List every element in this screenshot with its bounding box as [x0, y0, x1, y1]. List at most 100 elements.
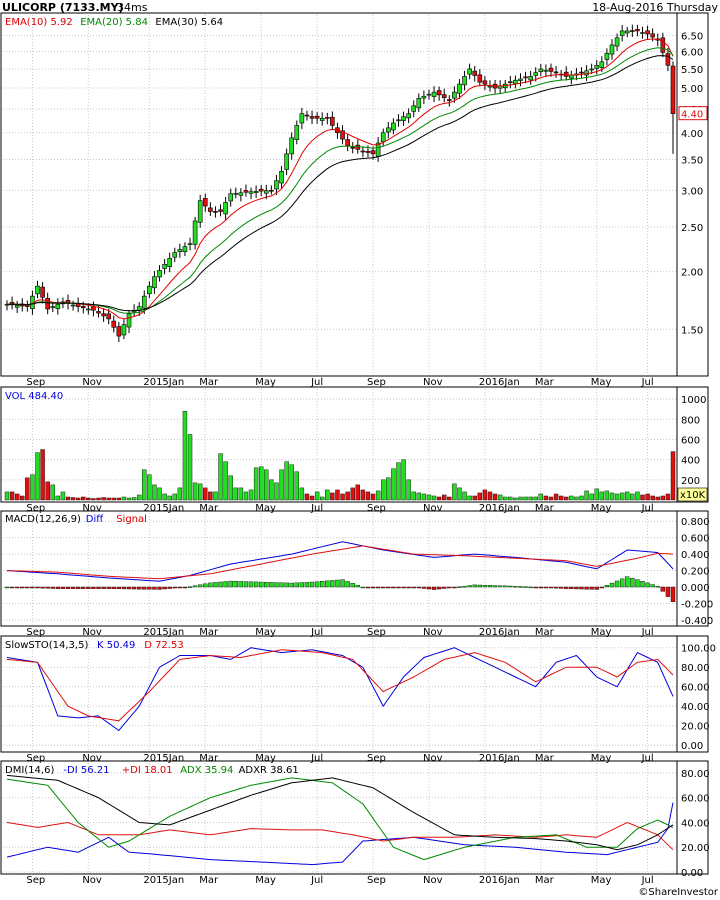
macd-histogram-bar [9, 586, 15, 589]
price-x-tick-label: Nov [423, 377, 443, 388]
macd-histogram-bar [284, 582, 289, 588]
macd-x-tick-label: May [591, 627, 612, 638]
price-legend-2: EMA(30) 5.64 [155, 17, 223, 28]
macd-histogram-bar [147, 586, 152, 590]
macd-histogram-bar [233, 581, 238, 588]
volume-bar [4, 491, 10, 501]
volume-bar [625, 491, 630, 501]
dmi-legend-1: -DI 56.21 [63, 765, 109, 776]
macd-histogram-bar [508, 585, 513, 588]
volume-x-tick-label: 2016Jan [479, 503, 520, 514]
macd-histogram-bar [14, 586, 20, 589]
macd-histogram-bar [569, 586, 574, 589]
dmi-y-tick-label: 0.00 [681, 868, 703, 879]
macd-histogram-bar [482, 584, 488, 588]
volume-bar [553, 493, 559, 501]
price-candle-body [563, 71, 569, 77]
stoch-y-tick-label: 80.00 [681, 663, 710, 674]
price-candle-body [624, 30, 630, 34]
dmi-x-tick-label: Jul [310, 875, 323, 886]
volume-bar [203, 487, 208, 501]
volume-bar [660, 495, 666, 501]
dmi-y-tick-label: 80.00 [681, 769, 710, 780]
price-x-tick-label: Jul [641, 377, 654, 388]
macd-histogram-bar [538, 586, 544, 589]
macd-legend-1: Diff [86, 514, 104, 525]
volume-bar [442, 494, 447, 501]
volume-bar [111, 497, 116, 501]
volume-y-tick-label: 400 [681, 456, 700, 467]
volume-bar [538, 493, 544, 501]
macd-histogram-bar [325, 580, 330, 588]
volume-bar [645, 493, 650, 501]
volume-bar [599, 491, 605, 501]
stoch-x-tick-label: May [591, 753, 612, 764]
macd-histogram-bar [625, 576, 630, 588]
macd-histogram-bar [492, 585, 498, 588]
macd-histogram-bar [487, 585, 493, 588]
macd-histogram-bar [264, 582, 269, 588]
volume-bar [218, 453, 223, 501]
macd-histogram-bar [258, 581, 264, 588]
price-candle-body [533, 72, 539, 76]
volume-legend-0: VOL 484.40 [5, 391, 63, 402]
volume-bar [157, 487, 162, 501]
macd-histogram-bar [167, 586, 172, 589]
macd-x-tick-label: May [255, 627, 276, 638]
volume-x-tick-label: Mar [535, 503, 555, 514]
volume-bar [584, 490, 589, 501]
macd-histogram-bar [208, 582, 213, 588]
macd-x-tick-label: Sep [26, 627, 45, 638]
price-candle-body [121, 324, 127, 336]
price-candle-body [141, 295, 147, 309]
macd-histogram-bar [543, 586, 549, 589]
price-candle-body [162, 263, 167, 269]
volume-bar [258, 466, 264, 501]
price-legend-0: EMA(10) 5.92 [5, 17, 73, 28]
macd-histogram-bar [218, 581, 223, 588]
macd-x-tick-label: Nov [423, 627, 443, 638]
stoch-d-line [6, 649, 674, 722]
price-candle-body [116, 326, 122, 337]
volume-bar [487, 491, 493, 501]
volume-bar [177, 487, 183, 501]
price-candle-body [447, 99, 452, 101]
stoch-x-tick-label: Mar [535, 753, 555, 764]
macd-histogram-bar [447, 586, 452, 589]
macd-histogram-bar [136, 586, 142, 590]
ema30-line [6, 55, 674, 312]
price-candle-body [635, 29, 640, 32]
price-x-tick-label: 2015Jan [143, 377, 184, 388]
dmi-legend-3: ADX 35.94 [180, 765, 233, 776]
header-symbol: ULICORP (7133.MY) [2, 1, 124, 14]
macd-histogram-bar [294, 582, 299, 588]
macd-histogram-bar [599, 586, 605, 589]
volume-bar [70, 497, 76, 501]
dmi-legend-4: ADXR 38.61 [239, 765, 299, 776]
macd-x-tick-label: Jul [310, 627, 323, 638]
price-y-tick-label: 5.50 [681, 65, 703, 76]
macd-histogram-bar [320, 581, 325, 588]
macd-histogram-bar [477, 584, 483, 588]
dmi-x-tick-label: Nov [82, 875, 102, 886]
macd-histogram-bar [70, 586, 76, 589]
price-candle-body [50, 306, 56, 308]
macd-histogram-bar [665, 586, 671, 597]
macd-x-tick-label: Mar [535, 627, 555, 638]
price-candle-body [482, 80, 488, 85]
volume-bar [345, 491, 350, 501]
price-candle-body [518, 78, 523, 81]
price-candle-body [238, 192, 244, 196]
price-candle-body [101, 313, 106, 317]
macd-histogram-bar [584, 586, 589, 590]
macd-histogram-bar [589, 586, 594, 590]
price-y-tick-label: 3.00 [681, 186, 703, 197]
stoch-x-tick-label: Jul [641, 753, 654, 764]
volume-bar [136, 494, 142, 501]
price-candle-body [35, 285, 40, 295]
macd-histogram-bar [40, 586, 45, 589]
dmi-x-tick-label: Mar [535, 875, 555, 886]
price-x-tick-label: Jul [310, 377, 323, 388]
price-candle-body [477, 74, 483, 83]
stoch-x-tick-label: 2016Jan [479, 753, 520, 764]
